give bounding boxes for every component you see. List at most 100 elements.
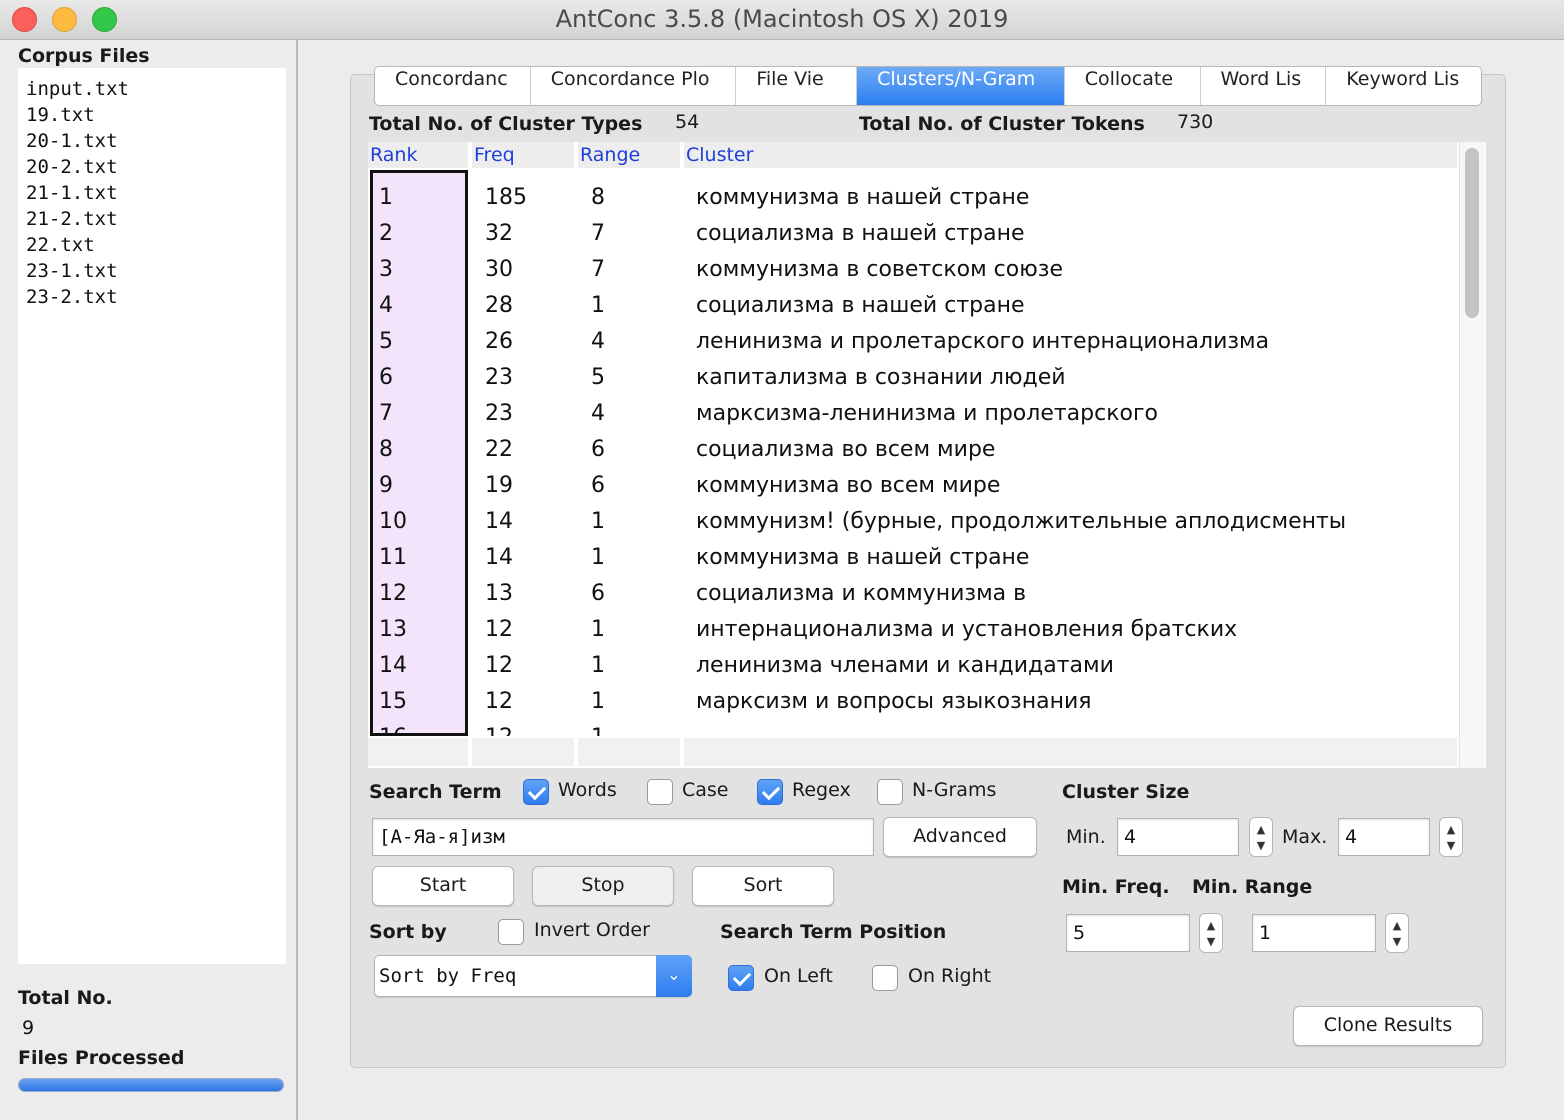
column-header-freq[interactable]: Freq — [472, 142, 576, 168]
words-checkbox[interactable] — [523, 779, 549, 805]
regex-checkbox[interactable] — [757, 779, 783, 805]
stop-button[interactable]: Stop — [532, 866, 674, 906]
rank-cell[interactable]: 1 — [379, 185, 393, 210]
freq-cell[interactable]: 14 — [485, 545, 513, 570]
freq-cell[interactable]: 13 — [485, 581, 513, 606]
tab-concordance-plot[interactable]: Concordance Plo — [531, 67, 737, 105]
range-cell[interactable]: 1 — [591, 617, 605, 642]
ngrams-checkbox[interactable] — [877, 779, 903, 805]
cluster-cell[interactable]: коммунизма в советском союзе — [696, 257, 1063, 282]
rank-cell[interactable]: 6 — [379, 365, 393, 390]
tab-clusters-ngrams[interactable]: Clusters/N-Gram — [857, 67, 1065, 105]
max-size-stepper[interactable]: ▲ ▼ — [1439, 817, 1463, 857]
max-size-input[interactable]: 4 — [1338, 818, 1430, 856]
file-item[interactable]: 19.txt — [26, 104, 95, 126]
tab-word-list[interactable]: Word Lis — [1201, 67, 1327, 105]
range-cell[interactable]: 6 — [591, 581, 605, 606]
corpus-file-list[interactable]: input.txt 19.txt 20-1.txt 20-2.txt 21-1.… — [18, 68, 286, 964]
file-item[interactable]: 22.txt — [26, 234, 95, 256]
range-cell[interactable]: 1 — [591, 689, 605, 714]
rank-cell[interactable]: 12 — [379, 581, 407, 606]
rank-cell[interactable]: 13 — [379, 617, 407, 642]
freq-cell[interactable]: 14 — [485, 509, 513, 534]
rank-cell[interactable]: 4 — [379, 293, 393, 318]
results-table[interactable]: Rank Freq Range Cluster 1 2 3 4 5 6 7 8 9 10 11 12 1… — [368, 142, 1486, 768]
freq-cell[interactable]: 19 — [485, 473, 513, 498]
min-size-input[interactable]: 4 — [1117, 818, 1239, 856]
file-item[interactable]: input.txt — [26, 78, 129, 100]
range-cell[interactable]: 7 — [591, 221, 605, 246]
freq-cell[interactable]: 185 — [485, 185, 527, 210]
cluster-cell[interactable]: марксизм и вопросы языкознания — [696, 689, 1092, 714]
rank-cell[interactable]: 2 — [379, 221, 393, 246]
cluster-cell[interactable]: социализма в нашей стране — [696, 293, 1025, 318]
freq-cell[interactable]: 26 — [485, 329, 513, 354]
freq-cell[interactable]: 32 — [485, 221, 513, 246]
range-column[interactable]: 8771454661161111 — [578, 170, 682, 736]
rank-cell[interactable]: 10 — [379, 509, 407, 534]
sort-by-select[interactable]: Sort by Freq ⌄ — [374, 955, 692, 997]
advanced-button[interactable]: Advanced — [883, 817, 1037, 857]
file-item[interactable]: 20-2.txt — [26, 156, 118, 178]
rank-cell[interactable]: 11 — [379, 545, 407, 570]
cluster-cell[interactable]: коммунизма в нашей стране — [696, 545, 1029, 570]
freq-cell[interactable]: 22 — [485, 437, 513, 462]
cluster-cell[interactable]: ленинизма членами и кандидатами — [696, 653, 1114, 678]
panel-splitter[interactable] — [296, 40, 298, 1120]
tab-keyword-list[interactable]: Keyword Lis — [1326, 67, 1481, 105]
range-cell[interactable]: 1 — [591, 653, 605, 678]
on-right-checkbox[interactable] — [872, 965, 898, 991]
range-cell[interactable]: 6 — [591, 473, 605, 498]
rank-cell[interactable]: 3 — [379, 257, 393, 282]
cluster-cell[interactable]: марксизма-ленинизма и пролетарского — [696, 401, 1158, 426]
range-cell[interactable]: 1 — [591, 509, 605, 534]
tab-file-view[interactable]: File Vie — [736, 67, 858, 105]
tab-concordance[interactable]: Concordanc — [375, 67, 531, 105]
range-cell[interactable]: 8 — [591, 185, 605, 210]
cluster-cell[interactable]: коммунизма в нашей стране — [696, 185, 1029, 210]
range-cell[interactable]: 5 — [591, 365, 605, 390]
on-left-checkbox[interactable] — [728, 965, 754, 991]
results-scrollbar-thumb[interactable] — [1465, 148, 1479, 318]
min-range-stepper[interactable]: ▲ ▼ — [1385, 913, 1409, 953]
file-item[interactable]: 21-2.txt — [26, 208, 118, 230]
min-range-input[interactable]: 1 — [1252, 914, 1376, 952]
rank-cell[interactable]: 15 — [379, 689, 407, 714]
rank-column[interactable]: 12345678910111213141516 — [370, 170, 468, 736]
invert-order-checkbox[interactable] — [498, 919, 524, 945]
start-button[interactable]: Start — [372, 866, 514, 906]
min-size-stepper[interactable]: ▲ ▼ — [1249, 817, 1273, 857]
rank-cell[interactable]: 16 — [379, 725, 407, 733]
file-item[interactable]: 23-1.txt — [26, 260, 118, 282]
cluster-cell[interactable]: социализма и коммунизма в — [696, 581, 1026, 606]
freq-cell[interactable]: 12 — [485, 617, 513, 642]
rank-cell[interactable]: 8 — [379, 437, 393, 462]
rank-cell[interactable]: 7 — [379, 401, 393, 426]
freq-cell[interactable]: 12 — [485, 725, 513, 736]
range-cell[interactable]: 1 — [591, 545, 605, 570]
chevron-down-icon[interactable]: ⌄ — [656, 955, 692, 997]
range-cell[interactable]: 1 — [591, 725, 605, 736]
file-item[interactable]: 21-1.txt — [26, 182, 118, 204]
cluster-column[interactable]: коммунизма в нашей стране социализма в на… — [684, 170, 1459, 736]
freq-cell[interactable]: 23 — [485, 365, 513, 390]
freq-cell[interactable]: 30 — [485, 257, 513, 282]
clone-results-button[interactable]: Clone Results — [1293, 1006, 1483, 1046]
file-item[interactable]: 20-1.txt — [26, 130, 118, 152]
sort-button[interactable]: Sort — [692, 866, 834, 906]
rank-cell[interactable]: 9 — [379, 473, 393, 498]
rank-cell[interactable]: 14 — [379, 653, 407, 678]
column-header-range[interactable]: Range — [578, 142, 682, 168]
search-term-input[interactable]: [А-Яа-я]изм — [372, 818, 874, 856]
freq-cell[interactable]: 28 — [485, 293, 513, 318]
case-checkbox[interactable] — [647, 779, 673, 805]
cluster-cell[interactable]: коммунизм! (бурные, продолжительные апло… — [696, 509, 1346, 534]
tab-collocates[interactable]: Collocate — [1065, 67, 1201, 105]
min-freq-stepper[interactable]: ▲ ▼ — [1199, 913, 1223, 953]
range-cell[interactable]: 1 — [591, 293, 605, 318]
cluster-cell[interactable]: коммунизма во всем мире — [696, 473, 1000, 498]
cluster-cell[interactable]: капитализма в сознании людей — [696, 365, 1066, 390]
freq-cell[interactable]: 12 — [485, 689, 513, 714]
range-cell[interactable]: 4 — [591, 329, 605, 354]
freq-column[interactable]: 185 32 30 28 26 23 23 22 19 14 14 13 12 12 12 12 — [472, 170, 576, 736]
